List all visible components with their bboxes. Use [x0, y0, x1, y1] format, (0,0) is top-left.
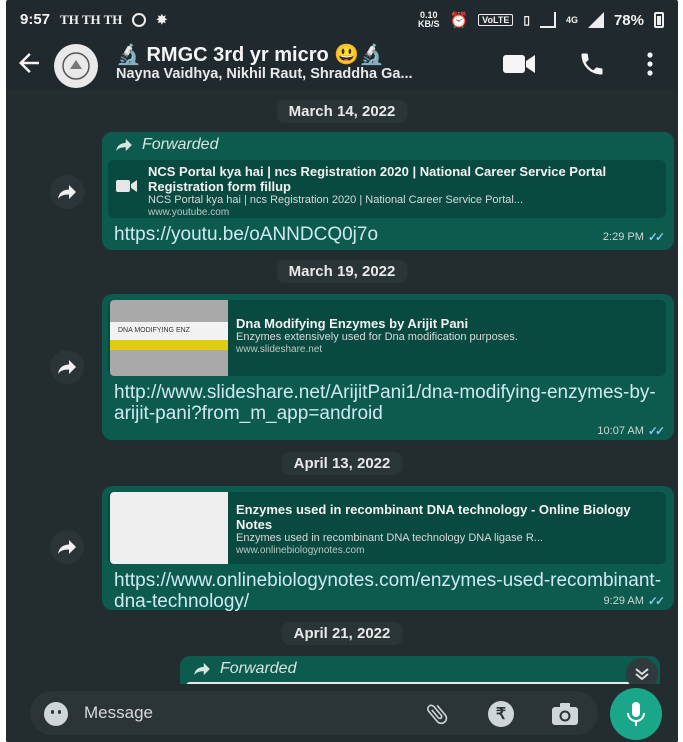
double-chevron-down-icon [635, 668, 649, 681]
forward-button[interactable] [50, 175, 84, 209]
preview-title: NCS Portal kya hai | ncs Registration 20… [148, 164, 607, 194]
vibrate-icon: ▯ [523, 13, 530, 27]
double-tick-icon: ✓✓ [647, 594, 665, 608]
net-speed: 0.10 KB/S [417, 10, 440, 29]
preview-description: NCS Portal kya hai | ncs Registration 20… [148, 194, 523, 206]
camera-icon[interactable] [550, 701, 580, 727]
carrier-icons: TH TH TH [60, 11, 123, 27]
message-time: 10:07 AM ✓✓ [597, 424, 665, 438]
forwarded-label: Forwarded [114, 136, 218, 154]
preview-description: Enzymes used in recombinant DNA technolo… [236, 532, 543, 544]
message-input[interactable] [84, 701, 384, 725]
message-input-container: ₹ [30, 691, 598, 735]
video-call-icon[interactable] [502, 52, 536, 76]
double-tick-icon: ✓✓ [647, 424, 665, 438]
forward-icon [58, 540, 76, 554]
battery-percent: 78% [613, 11, 644, 29]
link-preview[interactable]: DNA MODIFYING ENZ Dna Modifying Enzymes … [108, 300, 666, 376]
rupee-icon[interactable]: ₹ [488, 701, 514, 727]
microscope-icon: 🔬 [116, 44, 141, 66]
alarm-icon: ⏰ [449, 12, 469, 29]
video-play-icon [116, 180, 137, 192]
preview-title: Dna Modifying Enzymes by Arijit Pani [236, 316, 469, 331]
preview-site: www.onlinebiologynotes.com [236, 545, 365, 556]
message-bubble[interactable]: Forwarded NCS Portal kya hai | ncs Regis… [102, 132, 674, 250]
link-preview[interactable]: Enzymes used in recombinant DNA technolo… [108, 492, 666, 564]
signal-strength-icon [587, 12, 604, 28]
message-link[interactable]: http://www.slideshare.net/ArijitPani1/dn… [114, 382, 662, 424]
preview-description: Enzymes extensively used for Dna modific… [236, 331, 518, 343]
preview-site: www.slideshare.net [236, 344, 323, 355]
link-preview[interactable]: NCS Portal kya hai | ncs Registration 20… [108, 160, 666, 218]
lte-label: 4G [565, 15, 578, 25]
college-logo-icon [62, 52, 90, 80]
message-time: 9:29 AM ✓✓ [603, 594, 665, 608]
thumbnail-stripe [110, 340, 228, 350]
message-link[interactable]: https://youtu.be/oANNDCQ0j7o [114, 224, 378, 245]
status-time: 9:57 [20, 11, 51, 28]
group-title[interactable]: 🔬 RMGC 3rd yr micro 😃🔬 [116, 42, 384, 67]
mic-button[interactable] [610, 688, 662, 740]
forward-button[interactable] [50, 350, 84, 384]
battery-icon [654, 12, 664, 28]
forwarded-label: Forwarded [192, 660, 296, 678]
forward-icon [116, 138, 132, 152]
message-time: 2:29 PM ✓✓ [602, 230, 665, 244]
back-arrow-icon[interactable] [14, 48, 44, 78]
compose-bar: ₹ [6, 684, 678, 742]
forward-icon [58, 185, 76, 199]
phone-screen: 9:57 TH TH TH ✸ 0.10 KB/S ⏰ VoLTE ▯ 4G 7… [6, 0, 678, 742]
emoji-icon: 😃🔬 [334, 44, 385, 66]
mic-icon [627, 702, 645, 726]
notification-gear-icon: ✸ [156, 11, 168, 27]
phone-icon[interactable] [578, 50, 606, 78]
volte-badge: VoLTE [478, 14, 514, 26]
preview-site: www.youtube.com [148, 207, 230, 218]
signal-icon [539, 12, 556, 28]
chat-header: 🔬 RMGC 3rd yr micro 😃🔬 Nayna Vaidhya, Ni… [6, 38, 678, 90]
date-chip: March 14, 2022 [276, 100, 408, 123]
preview-thumbnail [110, 492, 228, 564]
thumbnail-caption: DNA MODIFYING ENZ [110, 322, 228, 340]
message-list[interactable]: March 14, 2022 Forwarded NCS Portal kya … [6, 90, 678, 696]
date-chip: April 13, 2022 [281, 452, 403, 475]
attach-icon[interactable] [424, 701, 450, 727]
forward-icon [194, 662, 210, 676]
preview-title: Enzymes used in recombinant DNA technolo… [236, 502, 631, 532]
date-chip: March 19, 2022 [276, 260, 408, 283]
group-avatar[interactable] [54, 44, 98, 88]
double-tick-icon: ✓✓ [647, 230, 665, 244]
status-bar: 9:57 TH TH TH ✸ 0.10 KB/S ⏰ VoLTE ▯ 4G 7… [6, 0, 678, 38]
message-link[interactable]: https://www.onlinebiologynotes.com/enzym… [114, 570, 662, 612]
emoji-icon[interactable] [44, 702, 68, 726]
message-bubble[interactable]: DNA MODIFYING ENZ Dna Modifying Enzymes … [102, 294, 674, 440]
group-members[interactable]: Nayna Vaidhya, Nikhil Raut, Shraddha Ga.… [116, 66, 413, 82]
preview-thumbnail: DNA MODIFYING ENZ [110, 300, 228, 376]
whatsapp-status-icon [132, 12, 147, 27]
message-bubble[interactable]: Enzymes used in recombinant DNA technolo… [102, 486, 674, 612]
date-chip: April 21, 2022 [281, 622, 403, 645]
forward-button[interactable] [50, 530, 84, 564]
forward-icon [58, 360, 76, 374]
more-vert-icon[interactable] [642, 50, 658, 78]
